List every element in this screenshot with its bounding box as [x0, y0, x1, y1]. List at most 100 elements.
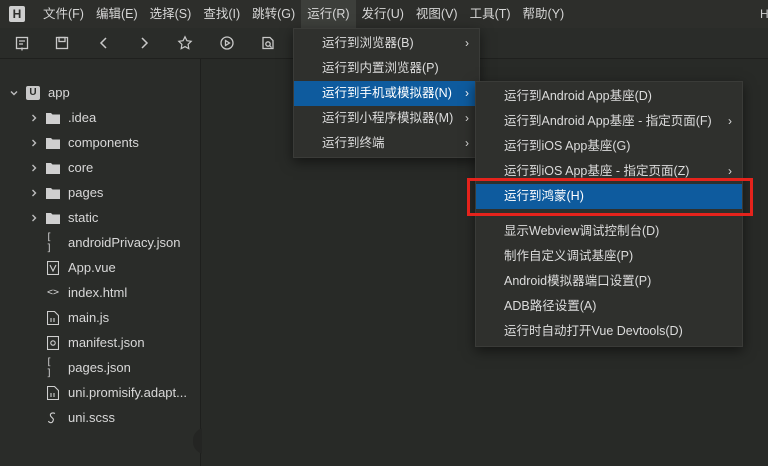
menu-item-label: ADB路径设置(A) [504, 299, 597, 313]
folder-icon [46, 186, 60, 200]
menu-help[interactable]: 帮助(Y) [517, 0, 571, 28]
menu-file[interactable]: 文件(F) [37, 0, 90, 28]
tree-label: components [68, 135, 139, 150]
menu-item-label: 运行到Android App基座 - 指定页面(F) [504, 114, 712, 128]
tree-label: uni.scss [68, 410, 115, 425]
submenu-item-adb-path[interactable]: ADB路径设置(A) [476, 294, 742, 319]
json-file-icon: [ ] [46, 231, 53, 254]
preview-icon[interactable] [258, 33, 278, 53]
menu-item-label: Android模拟器端口设置(P) [504, 274, 652, 288]
submenu-item-android-base-page[interactable]: 运行到Android App基座 - 指定页面(F) › [476, 109, 742, 134]
menu-item-label: 运行到小程序模拟器(M) [322, 111, 454, 125]
star-icon[interactable] [175, 33, 195, 53]
chevron-right-icon [28, 112, 40, 124]
vue-file-icon [46, 260, 60, 275]
tree-item-folder[interactable]: .idea [0, 105, 200, 130]
file-icon [46, 385, 60, 400]
tree-item-file[interactable]: <> index.html [0, 280, 200, 305]
chevron-right-icon: › [728, 114, 732, 128]
menu-item-label: 运行到iOS App基座(G) [504, 139, 631, 153]
tree-label: index.html [68, 285, 128, 300]
tree-item-file[interactable]: App.vue [0, 255, 200, 280]
menu-item-label: 运行到终端 [322, 136, 385, 150]
menu-goto[interactable]: 跳转(G) [246, 0, 301, 28]
highlight-annotation-box [467, 178, 753, 216]
folder-icon [46, 111, 60, 125]
run-menu-item-builtin-browser[interactable]: 运行到内置浏览器(P) [294, 56, 479, 81]
chevron-right-icon: › [465, 36, 469, 50]
run-menu-item-miniprogram[interactable]: 运行到小程序模拟器(M) › [294, 106, 479, 131]
tree-label: uni.promisify.adapt... [68, 385, 187, 400]
tree-label: main.js [68, 310, 110, 325]
folder-icon [46, 136, 60, 150]
tree-item-folder[interactable]: static [0, 205, 200, 230]
menu-publish[interactable]: 发行(U) [356, 0, 410, 28]
file-icon [46, 310, 60, 325]
menu-item-label: 运行到内置浏览器(P) [322, 61, 439, 75]
back-icon[interactable] [94, 33, 114, 53]
chevron-right-icon [28, 162, 40, 174]
chevron-right-icon: › [465, 86, 469, 100]
forward-icon[interactable] [134, 33, 154, 53]
menu-item-label: 运行到Android App基座(D) [504, 89, 652, 103]
submenu-item-emulator-port[interactable]: Android模拟器端口设置(P) [476, 269, 742, 294]
menu-item-label: 运行到手机或模拟器(N) [322, 86, 452, 100]
submenu-item-webview-console[interactable]: 显示Webview调试控制台(D) [476, 219, 742, 244]
tree-item-file[interactable]: manifest.json [0, 330, 200, 355]
submenu-item-ios-base[interactable]: 运行到iOS App基座(G) [476, 134, 742, 159]
tree-item-file[interactable]: uni.scss [0, 405, 200, 430]
submenu-item-android-base[interactable]: 运行到Android App基座(D) [476, 84, 742, 109]
submenu-item-custom-base[interactable]: 制作自定义调试基座(P) [476, 244, 742, 269]
project-icon: U [26, 85, 40, 100]
run-menu: 运行到浏览器(B) › 运行到内置浏览器(P) 运行到手机或模拟器(N) › 运… [293, 28, 480, 158]
menu-edit[interactable]: 编辑(E) [90, 0, 144, 28]
submenu-item-vue-devtools[interactable]: 运行时自动打开Vue Devtools(D) [476, 319, 742, 344]
tree-item-file[interactable]: main.js [0, 305, 200, 330]
tree-label: core [68, 160, 94, 175]
tree-item-folder[interactable]: components [0, 130, 200, 155]
tree-item-file[interactable]: [ ] pages.json [0, 355, 200, 380]
scss-file-icon [46, 411, 60, 425]
json-file-icon: [ ] [46, 356, 53, 379]
menu-bar: H 文件(F) 编辑(E) 选择(S) 查找(I) 跳转(G) 运行(R) 发行… [0, 0, 768, 28]
chevron-down-icon [8, 87, 20, 99]
hbuilder-logo-icon: H [9, 6, 25, 22]
run-menu-item-device[interactable]: 运行到手机或模拟器(N) › [294, 81, 479, 106]
title-fragment: H [760, 7, 768, 21]
chevron-right-icon [28, 187, 40, 199]
tree-label: manifest.json [68, 335, 145, 350]
menu-select[interactable]: 选择(S) [144, 0, 198, 28]
menu-item-label: 运行到iOS App基座 - 指定页面(Z) [504, 164, 690, 178]
manifest-file-icon [46, 335, 60, 350]
menu-item-label: 显示Webview调试控制台(D) [504, 224, 660, 238]
new-file-icon[interactable] [12, 33, 32, 53]
chevron-right-icon: › [465, 111, 469, 125]
tree-label: App.vue [68, 260, 116, 275]
tree-label: app [48, 85, 70, 100]
tree-label: pages [68, 185, 104, 200]
tree-root-app[interactable]: U app [0, 80, 200, 105]
menu-tools[interactable]: 工具(T) [464, 0, 517, 28]
chevron-right-icon [28, 212, 40, 224]
menu-find[interactable]: 查找(I) [197, 0, 246, 28]
tree-item-folder[interactable]: pages [0, 180, 200, 205]
tree-item-file[interactable]: [ ] androidPrivacy.json [0, 230, 200, 255]
tree-label: pages.json [68, 360, 131, 375]
tree-label: static [68, 210, 99, 225]
run-icon[interactable] [217, 33, 237, 53]
tree-item-file[interactable]: uni.promisify.adapt... [0, 380, 200, 405]
menu-item-label: 运行时自动打开Vue Devtools(D) [504, 324, 683, 338]
folder-icon [46, 161, 60, 175]
menu-view[interactable]: 视图(V) [410, 0, 464, 28]
folder-icon [46, 211, 60, 225]
save-icon[interactable] [52, 33, 72, 53]
run-menu-item-browser[interactable]: 运行到浏览器(B) › [294, 31, 479, 56]
run-menu-item-terminal[interactable]: 运行到终端 › [294, 131, 479, 156]
menu-item-label: 制作自定义调试基座(P) [504, 249, 634, 263]
tree-item-folder[interactable]: core [0, 155, 200, 180]
menu-item-label: 运行到浏览器(B) [322, 36, 414, 50]
menu-run[interactable]: 运行(R) [301, 0, 356, 28]
tree-label: androidPrivacy.json [68, 235, 181, 250]
chevron-right-icon: › [465, 136, 469, 150]
project-explorer: U app .idea components core pages static… [0, 59, 201, 466]
